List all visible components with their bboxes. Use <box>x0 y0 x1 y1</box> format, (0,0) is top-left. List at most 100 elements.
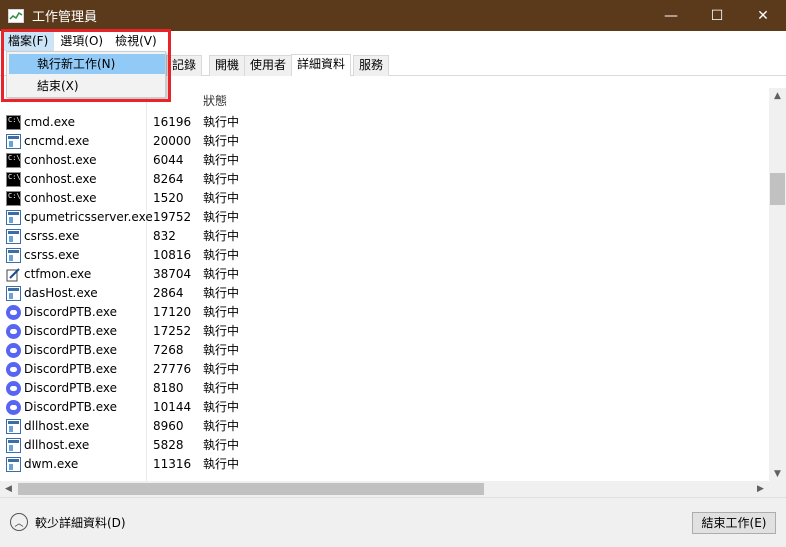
end-task-button[interactable]: 結束工作(E) <box>692 512 776 534</box>
table-row[interactable]: cpumetricsserver.exe 19752 執行中 <box>0 208 770 227</box>
process-pid: 2864 <box>153 286 184 300</box>
table-row[interactable]: dasHost.exe 2864 執行中 <box>0 284 770 303</box>
tab-users[interactable]: 使用者 <box>244 55 293 76</box>
tab-startup[interactable]: 開機 <box>209 55 246 76</box>
tab-services[interactable]: 服務 <box>353 55 390 76</box>
process-pid: 8180 <box>153 381 184 395</box>
process-status: 執行中 <box>203 362 240 376</box>
table-row[interactable]: csrss.exe 832 執行中 <box>0 227 770 246</box>
process-pid: 19752 <box>153 210 192 224</box>
table-row[interactable]: conhost.exe 1520 執行中 <box>0 187 770 208</box>
discord-icon <box>6 362 21 377</box>
pen-icon <box>6 267 21 282</box>
process-name: dasHost.exe <box>24 286 98 300</box>
process-status: 執行中 <box>203 229 240 243</box>
process-pid: 16196 <box>153 115 192 129</box>
table-row[interactable]: conhost.exe 8264 執行中 <box>0 168 770 189</box>
process-status: 執行中 <box>203 305 240 319</box>
process-pid: 8264 <box>153 172 184 186</box>
process-status: 執行中 <box>203 134 240 148</box>
process-pid: 7268 <box>153 343 184 357</box>
minimize-button[interactable]: — <box>648 0 694 31</box>
process-status: 執行中 <box>203 400 240 414</box>
cmd-icon <box>6 149 21 168</box>
window-icon <box>6 134 21 149</box>
fewer-details-toggle[interactable]: ︿ 較少詳細資料(D) <box>10 513 126 531</box>
process-name: conhost.exe <box>24 191 97 205</box>
discord-icon <box>6 324 21 339</box>
table-row[interactable]: conhost.exe 6044 執行中 <box>0 149 770 170</box>
process-status: 執行中 <box>203 153 240 167</box>
process-name: csrss.exe <box>24 248 80 262</box>
process-name: cpumetricsserver.exe <box>24 210 153 224</box>
close-button[interactable]: ✕ <box>740 0 786 31</box>
table-row[interactable]: DiscordPTB.exe 7268 執行中 <box>0 341 770 360</box>
process-pid: 832 <box>153 229 176 243</box>
process-name: dwm.exe <box>24 457 79 471</box>
menu-file[interactable]: 檔案(F) <box>2 31 55 51</box>
table-row[interactable]: cncmd.exe 20000 執行中 <box>0 132 770 151</box>
table-row[interactable]: DiscordPTB.exe 17120 執行中 <box>0 303 770 322</box>
table-row[interactable]: DiscordPTB.exe 8180 執行中 <box>0 379 770 398</box>
table-row[interactable]: dwm.exe 11316 執行中 <box>0 455 770 474</box>
process-name: dllhost.exe <box>24 419 90 433</box>
scroll-right-icon[interactable]: ▶ <box>752 481 769 497</box>
column-status[interactable]: 狀態 <box>203 92 227 109</box>
file-menu-dropdown: 執行新工作(N) 結束(X) <box>6 51 166 98</box>
process-name: DiscordPTB.exe <box>24 362 118 376</box>
process-pid: 10144 <box>153 400 192 414</box>
vertical-scroll-thumb[interactable] <box>770 173 785 205</box>
process-pid: 10816 <box>153 248 192 262</box>
menu-view[interactable]: 檢視(V) <box>109 31 163 51</box>
discord-icon <box>6 381 21 396</box>
table-row[interactable]: dllhost.exe 8960 執行中 <box>0 417 770 436</box>
menu-item-exit[interactable]: 結束(X) <box>9 76 165 96</box>
process-pid: 27776 <box>153 362 192 376</box>
cmd-icon <box>6 187 21 206</box>
process-name: DiscordPTB.exe <box>24 324 118 338</box>
chevron-up-icon: ︿ <box>10 513 28 531</box>
discord-icon <box>6 305 21 320</box>
scroll-left-icon[interactable]: ◀ <box>0 481 17 497</box>
table-row[interactable]: csrss.exe 10816 執行中 <box>0 246 770 265</box>
process-pid: 17120 <box>153 305 192 319</box>
process-pid: 38704 <box>153 267 192 281</box>
maximize-button[interactable]: ☐ <box>694 0 740 31</box>
process-status: 執行中 <box>203 438 240 452</box>
table-row[interactable]: dllhost.exe 5828 執行中 <box>0 436 770 455</box>
table-row[interactable]: ctfmon.exe 38704 執行中 <box>0 265 770 284</box>
process-status: 執行中 <box>203 343 240 357</box>
table-row[interactable]: DiscordPTB.exe 17252 執行中 <box>0 322 770 341</box>
process-pid: 17252 <box>153 324 192 338</box>
menu-options[interactable]: 選項(O) <box>54 31 109 51</box>
vertical-scrollbar[interactable]: ▲ ▼ <box>769 88 786 483</box>
process-name: csrss.exe <box>24 229 80 243</box>
table-row[interactable]: DiscordPTB.exe 10144 執行中 <box>0 398 770 417</box>
table-row[interactable]: cmd.exe 16196 執行中 <box>0 113 770 132</box>
process-name: DiscordPTB.exe <box>24 381 118 395</box>
window-icon <box>6 248 21 263</box>
tab-history[interactable]: 記錄 <box>166 55 203 76</box>
discord-icon <box>6 343 21 358</box>
window-icon <box>6 210 21 225</box>
process-status: 執行中 <box>203 267 240 281</box>
process-status: 執行中 <box>203 191 240 205</box>
process-status: 執行中 <box>203 115 240 129</box>
cmd-icon <box>6 168 21 187</box>
process-status: 執行中 <box>203 324 240 338</box>
window-icon <box>6 457 21 472</box>
menu-item-run-new-task[interactable]: 執行新工作(N) <box>9 54 165 74</box>
process-name: dllhost.exe <box>24 438 90 452</box>
footer: ︿ 較少詳細資料(D) 結束工作(E) <box>0 497 786 547</box>
horizontal-scroll-thumb[interactable] <box>18 483 484 495</box>
tab-details[interactable]: 詳細資料 <box>291 54 352 76</box>
table-row[interactable]: DiscordPTB.exe 27776 執行中 <box>0 360 770 379</box>
process-name: conhost.exe <box>24 172 97 186</box>
process-pid: 20000 <box>153 134 192 148</box>
window-title: 工作管理員 <box>32 10 98 25</box>
horizontal-scrollbar[interactable]: ◀ ▶ <box>0 481 786 497</box>
task-manager-icon <box>8 8 24 23</box>
process-status: 執行中 <box>203 381 240 395</box>
fewer-details-label: 較少詳細資料(D) <box>35 515 126 530</box>
scroll-up-icon[interactable]: ▲ <box>769 88 786 105</box>
